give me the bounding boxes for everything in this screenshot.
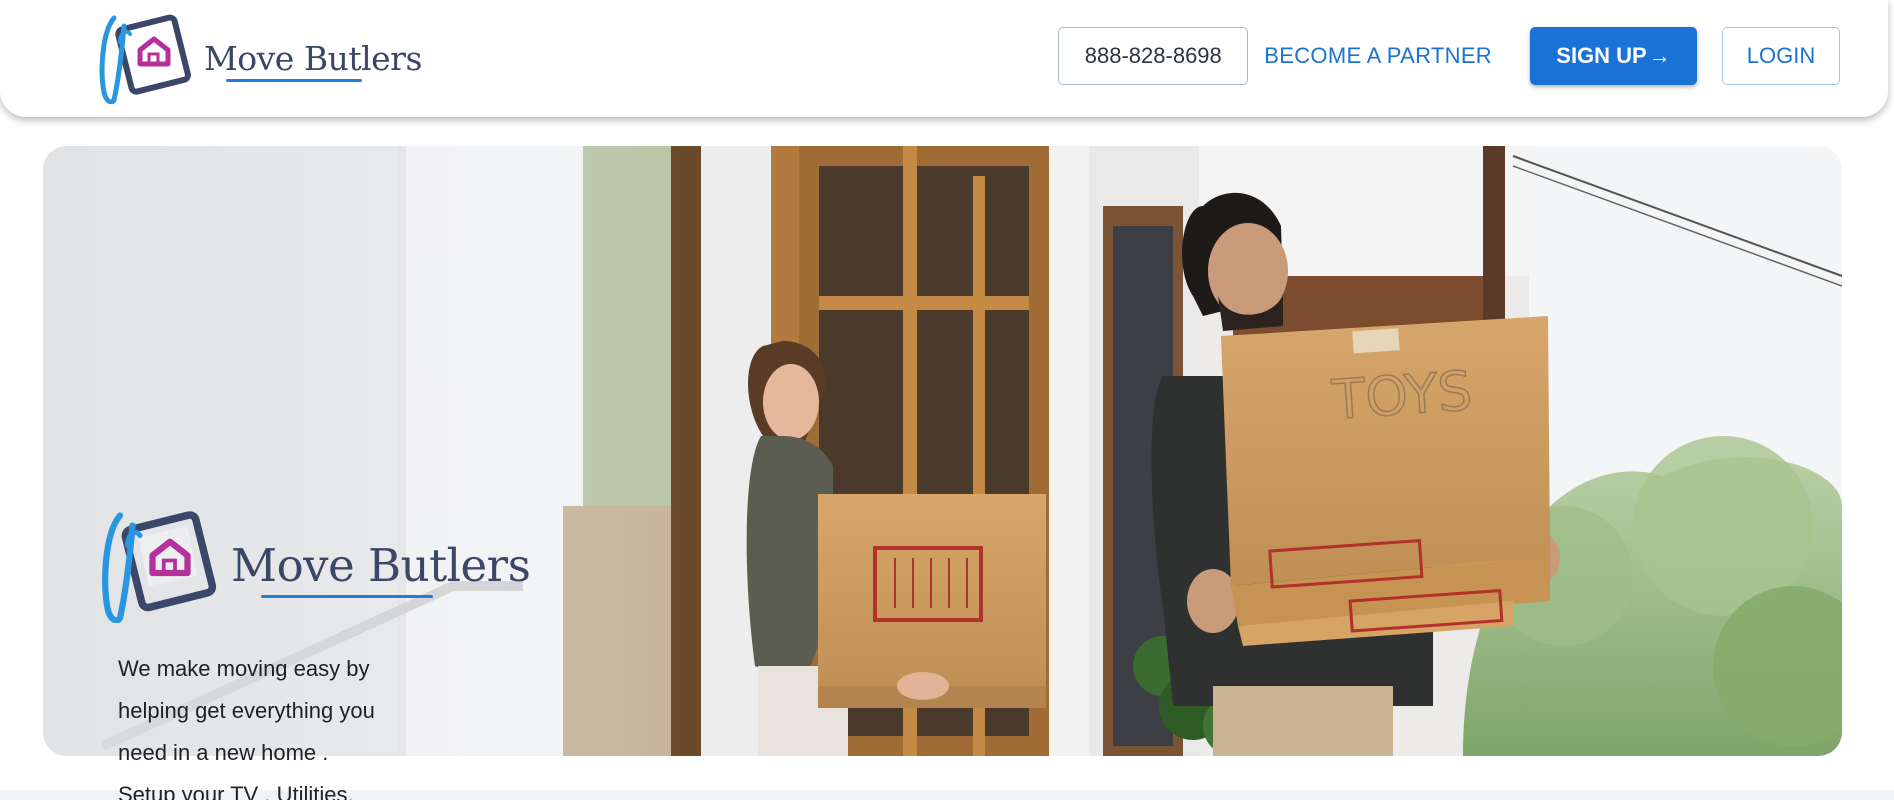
signup-button[interactable]: SIGN UP → bbox=[1530, 27, 1697, 85]
arrow-right-icon: → bbox=[1648, 43, 1671, 68]
header-logo[interactable]: Move Butlers bbox=[94, 12, 422, 104]
hero-logo: Move Butlers bbox=[95, 508, 531, 623]
tagline-line: We make moving easy by bbox=[118, 656, 370, 681]
tagline-line: helping get everything you bbox=[118, 698, 375, 723]
tagline-line: Setup your TV , Utilities, bbox=[118, 782, 354, 800]
page: Move Butlers 888-828-8698 BECOME A PARTN… bbox=[0, 0, 1894, 800]
logo-wordmark: Move Butlers bbox=[231, 539, 531, 598]
logo-text: Move Butlers bbox=[231, 539, 531, 592]
login-button[interactable]: LOGIN bbox=[1722, 27, 1840, 85]
phone-button[interactable]: 888-828-8698 bbox=[1058, 27, 1249, 85]
house-card-icon bbox=[99, 14, 191, 104]
logo-underline bbox=[261, 595, 433, 598]
hero-tagline: We make moving easy by helping get every… bbox=[118, 648, 478, 800]
top-header: Move Butlers 888-828-8698 BECOME A PARTN… bbox=[0, 0, 1888, 117]
signup-label: SIGN UP bbox=[1556, 43, 1647, 68]
become-partner-link[interactable]: BECOME A PARTNER bbox=[1260, 27, 1496, 85]
logo-wordmark: Move Butlers bbox=[204, 38, 422, 82]
house-card-icon bbox=[102, 511, 217, 623]
logo-underline bbox=[226, 78, 362, 82]
logo-text: Move Butlers bbox=[204, 38, 422, 78]
header-nav: 888-828-8698 BECOME A PARTNER SIGN UP → … bbox=[1058, 27, 1840, 85]
tagline-line: need in a new home . bbox=[118, 740, 329, 765]
box-label-text: TOYS bbox=[1329, 359, 1474, 432]
